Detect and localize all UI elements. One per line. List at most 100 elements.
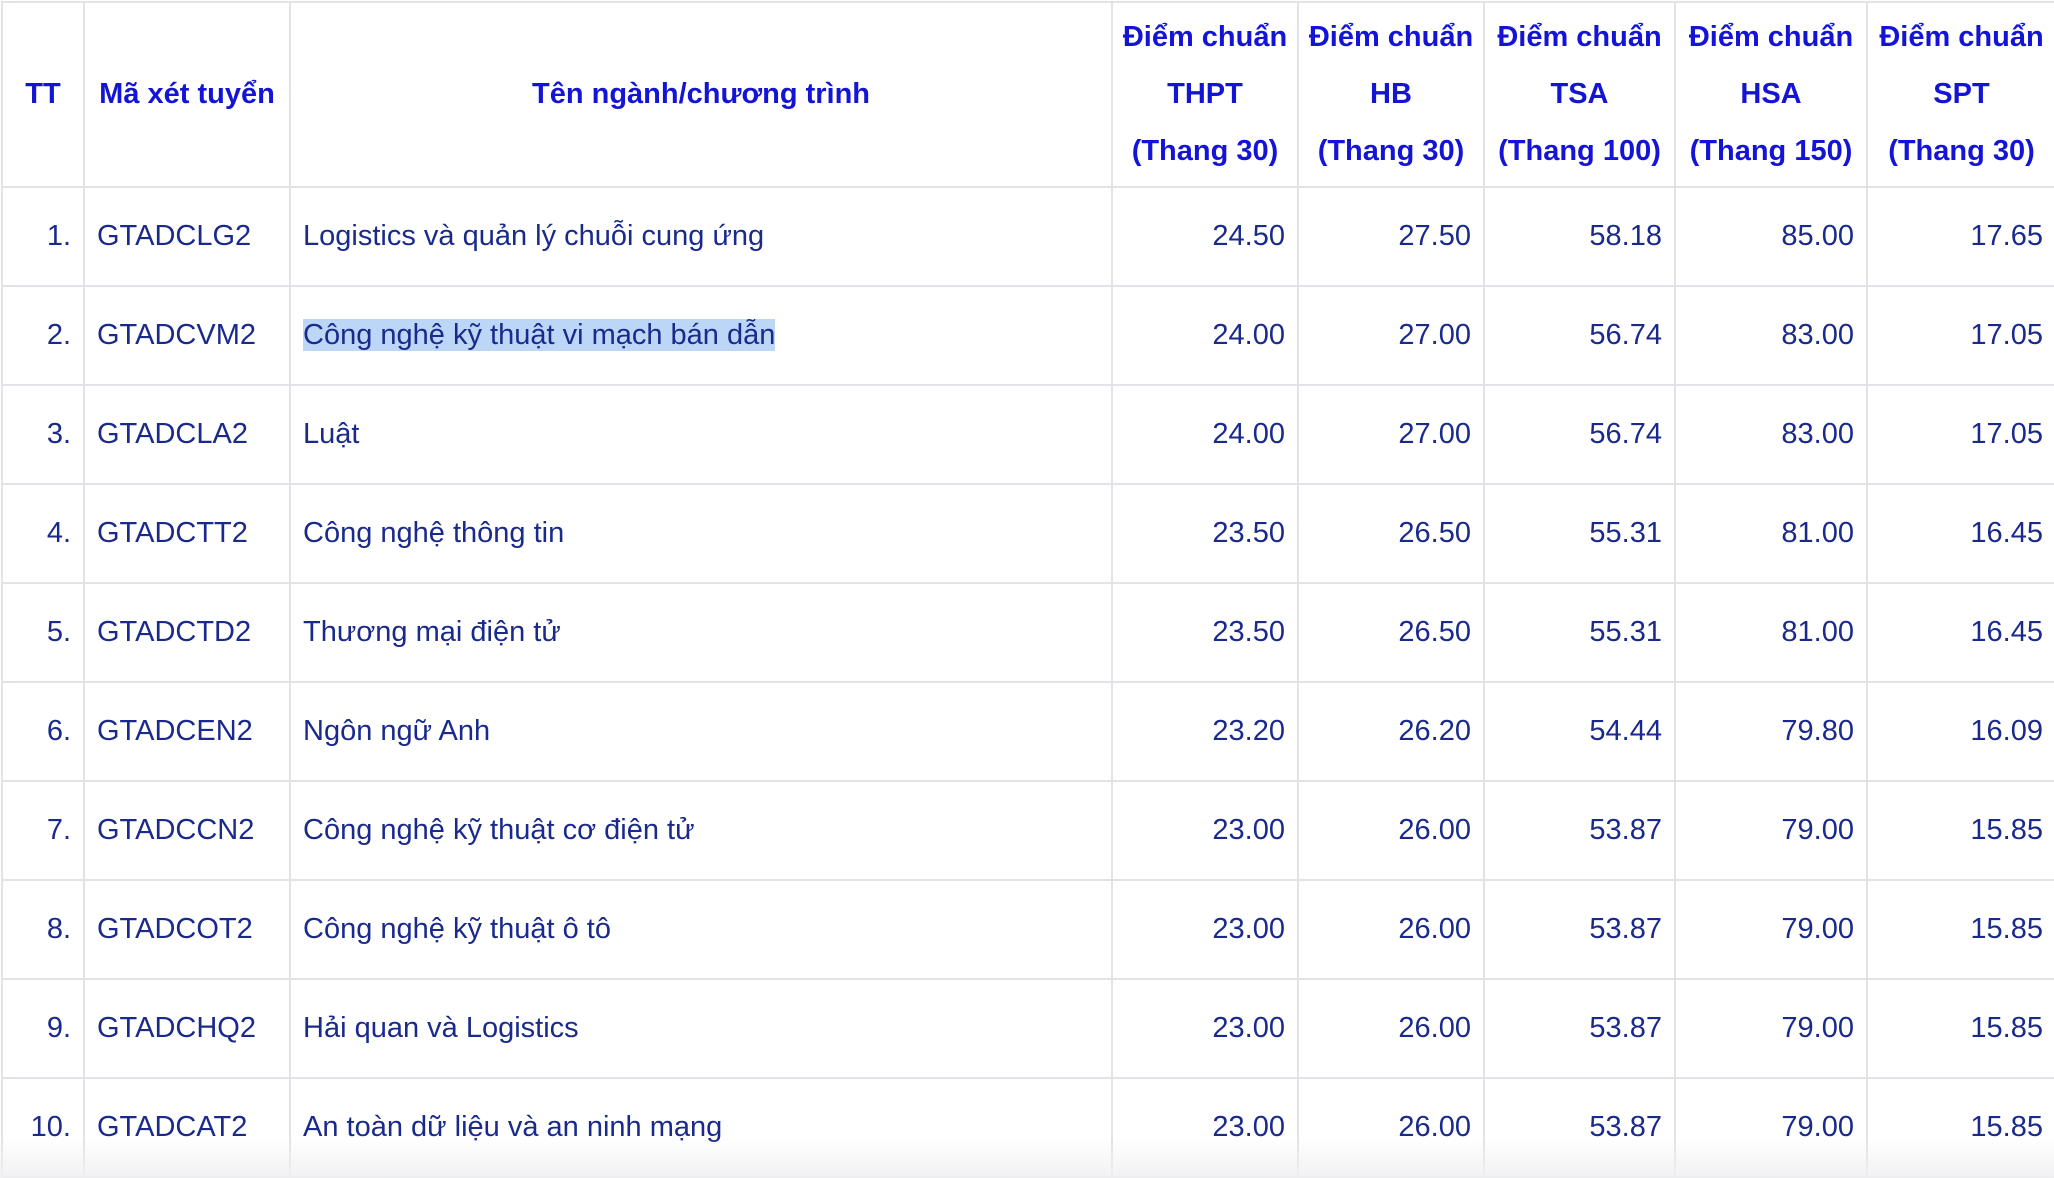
cell-tsa: 53.87 bbox=[1483, 1077, 1676, 1178]
header-hb-line3: (Thang 30) bbox=[1317, 135, 1465, 167]
cell-spt: 16.45 bbox=[1866, 483, 2054, 584]
cell-thpt: 23.20 bbox=[1111, 681, 1299, 782]
cell-spt: 15.85 bbox=[1866, 780, 2054, 881]
cell-hsa: 83.00 bbox=[1674, 384, 1868, 485]
header-spt-line1: Điểm chuẩn bbox=[1879, 21, 2044, 53]
header-row: TT Mã xét tuyển Tên ngành/chương trình Đ… bbox=[1, 1, 2054, 188]
cell-hb: 27.00 bbox=[1297, 285, 1485, 386]
header-tsa-line1: Điểm chuẩn bbox=[1497, 21, 1662, 53]
header-hb-line2: HB bbox=[1370, 78, 1412, 110]
header-thpt: Điểm chuẩn THPT (Thang 30) bbox=[1111, 1, 1299, 188]
table-row: 10. GTADCAT2 An toàn dữ liệu và an ninh … bbox=[1, 1077, 2054, 1178]
cell-code: GTADCLA2 bbox=[83, 384, 291, 485]
cell-hb: 26.20 bbox=[1297, 681, 1485, 782]
cell-hsa: 79.80 bbox=[1674, 681, 1868, 782]
admission-score-table: TT Mã xét tuyển Tên ngành/chương trình Đ… bbox=[1, 1, 2054, 1178]
cell-name: Logistics và quản lý chuỗi cung ứng bbox=[289, 186, 1113, 287]
cell-thpt: 24.50 bbox=[1111, 186, 1299, 287]
cell-hsa: 81.00 bbox=[1674, 483, 1868, 584]
cell-hsa: 85.00 bbox=[1674, 186, 1868, 287]
header-tsa: Điểm chuẩn TSA (Thang 100) bbox=[1483, 1, 1676, 188]
cell-hsa: 79.00 bbox=[1674, 879, 1868, 980]
table-row: 1. GTADCLG2 Logistics và quản lý chuỗi c… bbox=[1, 186, 2054, 287]
header-thpt-line3: (Thang 30) bbox=[1131, 135, 1279, 167]
cell-hb: 26.00 bbox=[1297, 1077, 1485, 1178]
cell-tsa: 53.87 bbox=[1483, 879, 1676, 980]
cell-hsa: 79.00 bbox=[1674, 780, 1868, 881]
cell-spt: 17.05 bbox=[1866, 285, 2054, 386]
cell-tsa: 55.31 bbox=[1483, 582, 1676, 683]
cell-hsa: 79.00 bbox=[1674, 1077, 1868, 1178]
cell-tsa: 58.18 bbox=[1483, 186, 1676, 287]
cell-spt: 16.45 bbox=[1866, 582, 2054, 683]
cell-code: GTADCHQ2 bbox=[83, 978, 291, 1079]
cell-spt: 15.85 bbox=[1866, 978, 2054, 1079]
header-spt-line3: (Thang 30) bbox=[1888, 135, 2035, 167]
cell-name: Thương mại điện tử bbox=[289, 582, 1113, 683]
selected-text[interactable]: Công nghệ kỹ thuật vi mạch bán dẫn bbox=[303, 319, 776, 351]
cell-hb: 26.00 bbox=[1297, 879, 1485, 980]
header-code: Mã xét tuyển bbox=[83, 1, 291, 188]
cell-hb: 26.00 bbox=[1297, 780, 1485, 881]
header-spt-line2: SPT bbox=[1933, 78, 1990, 110]
cell-tt: 8. bbox=[1, 879, 85, 980]
header-hb-line1: Điểm chuẩn bbox=[1308, 21, 1474, 53]
cell-hb: 27.00 bbox=[1297, 384, 1485, 485]
cell-tsa: 53.87 bbox=[1483, 978, 1676, 1079]
cell-hsa: 83.00 bbox=[1674, 285, 1868, 386]
header-thpt-line1: Điểm chuẩn bbox=[1122, 21, 1288, 53]
page: TT Mã xét tuyển Tên ngành/chương trình Đ… bbox=[0, 0, 2054, 1178]
header-tsa-line2: TSA bbox=[1550, 78, 1609, 110]
cell-tt: 1. bbox=[1, 186, 85, 287]
cell-thpt: 23.00 bbox=[1111, 780, 1299, 881]
header-hsa-line2: HSA bbox=[1740, 78, 1802, 110]
header-tt: TT bbox=[1, 1, 85, 188]
cell-thpt: 23.00 bbox=[1111, 1077, 1299, 1178]
cell-hb: 27.50 bbox=[1297, 186, 1485, 287]
header-name: Tên ngành/chương trình bbox=[289, 1, 1113, 188]
cell-code: GTADCVM2 bbox=[83, 285, 291, 386]
cell-name: Công nghệ kỹ thuật cơ điện tử bbox=[289, 780, 1113, 881]
cell-spt: 15.85 bbox=[1866, 879, 2054, 980]
cell-name: Công nghệ thông tin bbox=[289, 483, 1113, 584]
table-row: 5. GTADCTD2 Thương mại điện tử 23.50 26.… bbox=[1, 582, 2054, 683]
cell-name: Công nghệ kỹ thuật ô tô bbox=[289, 879, 1113, 980]
table-row: 9. GTADCHQ2 Hải quan và Logistics 23.00 … bbox=[1, 978, 2054, 1079]
header-hb: Điểm chuẩn HB (Thang 30) bbox=[1297, 1, 1485, 188]
cell-thpt: 23.00 bbox=[1111, 978, 1299, 1079]
cell-tsa: 56.74 bbox=[1483, 285, 1676, 386]
cell-spt: 17.05 bbox=[1866, 384, 2054, 485]
cell-thpt: 23.50 bbox=[1111, 582, 1299, 683]
cell-tt: 3. bbox=[1, 384, 85, 485]
cell-tsa: 54.44 bbox=[1483, 681, 1676, 782]
cell-thpt: 23.50 bbox=[1111, 483, 1299, 584]
cell-hsa: 79.00 bbox=[1674, 978, 1868, 1079]
cell-hb: 26.00 bbox=[1297, 978, 1485, 1079]
cell-code: GTADCLG2 bbox=[83, 186, 291, 287]
cell-tt: 2. bbox=[1, 285, 85, 386]
cell-tt: 9. bbox=[1, 978, 85, 1079]
table-row: 4. GTADCTT2 Công nghệ thông tin 23.50 26… bbox=[1, 483, 2054, 584]
header-hsa-line3: (Thang 150) bbox=[1689, 135, 1853, 167]
cell-tt: 7. bbox=[1, 780, 85, 881]
cell-code: GTADCEN2 bbox=[83, 681, 291, 782]
cell-tsa: 53.87 bbox=[1483, 780, 1676, 881]
header-spt: Điểm chuẩn SPT (Thang 30) bbox=[1866, 1, 2054, 188]
cell-spt: 15.85 bbox=[1866, 1077, 2054, 1178]
cell-code: GTADCTT2 bbox=[83, 483, 291, 584]
cell-hsa: 81.00 bbox=[1674, 582, 1868, 683]
cell-tt: 10. bbox=[1, 1077, 85, 1178]
header-tsa-line3: (Thang 100) bbox=[1498, 135, 1661, 167]
table-row: 7. GTADCCN2 Công nghệ kỹ thuật cơ điện t… bbox=[1, 780, 2054, 881]
cell-tt: 5. bbox=[1, 582, 85, 683]
header-thpt-line2: THPT bbox=[1167, 78, 1243, 110]
cell-spt: 16.09 bbox=[1866, 681, 2054, 782]
table-row: 3. GTADCLA2 Luật 24.00 27.00 56.74 83.00… bbox=[1, 384, 2054, 485]
cell-name: Luật bbox=[289, 384, 1113, 485]
cell-tsa: 55.31 bbox=[1483, 483, 1676, 584]
cell-hb: 26.50 bbox=[1297, 582, 1485, 683]
cell-thpt: 24.00 bbox=[1111, 285, 1299, 386]
cell-name: Ngôn ngữ Anh bbox=[289, 681, 1113, 782]
header-hsa-line1: Điểm chuẩn bbox=[1688, 21, 1854, 53]
cell-thpt: 23.00 bbox=[1111, 879, 1299, 980]
